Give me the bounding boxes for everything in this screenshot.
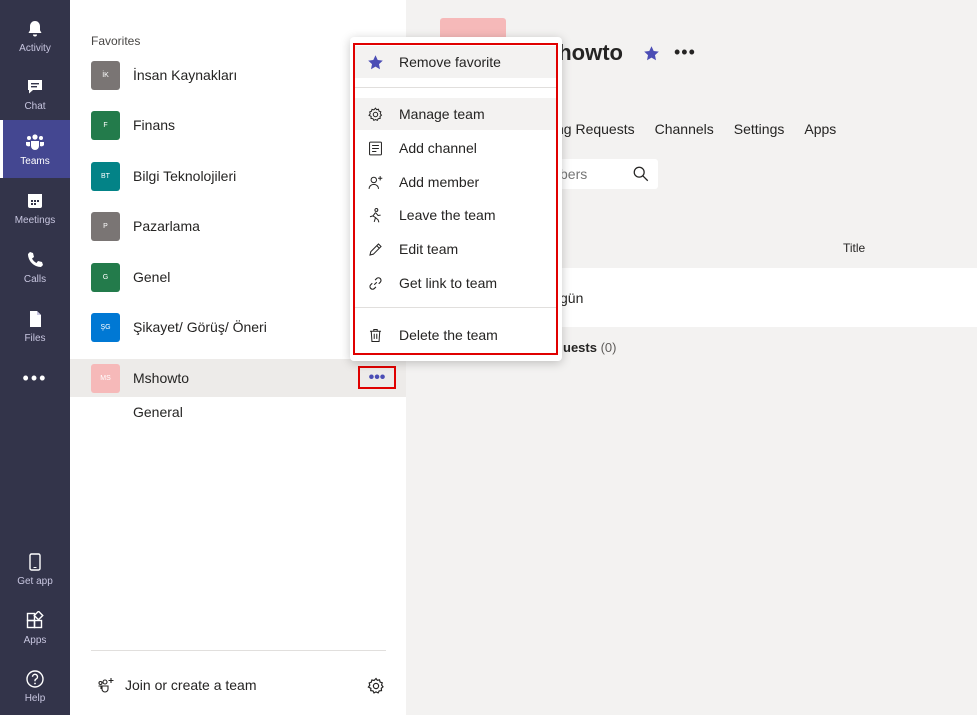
rail-item-files[interactable]: Files [0, 297, 70, 355]
menu-item-manage-team[interactable]: Manage team [355, 98, 557, 130]
rail-label: Help [24, 692, 46, 704]
rail-label: Activity [19, 42, 51, 54]
gear-icon[interactable] [366, 676, 386, 696]
menu-item-label: Leave the team [399, 207, 496, 223]
guests-section-header[interactable]: uests (0) [563, 340, 616, 355]
team-avatar: BT [91, 161, 120, 191]
rail-label: Get app [17, 575, 53, 587]
calendar-icon [28, 193, 42, 208]
star-icon [368, 54, 383, 69]
menu-item-delete-team[interactable]: Delete the team [355, 319, 557, 351]
menu-item-add-channel[interactable]: Add channel [355, 132, 557, 164]
rail-item-apps[interactable]: Apps [0, 599, 70, 657]
team-name: Genel [133, 269, 171, 285]
team-tabs: ng Requests Channels Settings Apps [556, 121, 856, 137]
rail-label: Teams [20, 155, 50, 167]
member-name: gün [560, 290, 584, 306]
team-avatar: P [91, 211, 120, 241]
menu-item-label: Add member [399, 174, 480, 190]
teams-icon [26, 133, 44, 150]
apps-icon [26, 610, 44, 628]
gear-icon [368, 106, 383, 121]
leave-icon [369, 207, 381, 222]
member-search-input[interactable] [556, 159, 628, 189]
menu-separator [355, 307, 557, 308]
rail-item-chat[interactable]: Chat [0, 65, 70, 123]
tab-pending-requests[interactable]: ng Requests [556, 121, 635, 137]
rail-label: Files [24, 332, 46, 344]
team-row-mshowto[interactable]: MS Mshowto [70, 359, 406, 397]
team-name: Şikayet/ Görüş/ Öneri [133, 319, 267, 335]
rail-item-help[interactable]: Help [0, 657, 70, 715]
app-rail: Activity Chat Teams Meetings Calls Files… [0, 0, 70, 715]
rail-more-apps[interactable]: ••• [0, 368, 70, 398]
help-icon [26, 669, 44, 688]
tab-channels[interactable]: Channels [655, 121, 714, 137]
link-icon [369, 276, 382, 290]
favorites-header: Favorites [91, 34, 141, 48]
menu-item-label: Manage team [399, 106, 485, 122]
rail-item-teams[interactable]: Teams [0, 120, 70, 178]
chat-icon [28, 79, 42, 93]
menu-item-label: Edit team [399, 241, 459, 257]
team-avatar: MS [91, 363, 120, 393]
menu-item-leave-team[interactable]: Leave the team [355, 199, 557, 231]
team-context-menu: Remove favorite Manage team Add channel … [350, 37, 562, 361]
phone-icon [28, 251, 43, 267]
menu-item-add-member[interactable]: Add member [355, 166, 557, 198]
menu-item-label: Remove favorite [399, 54, 501, 70]
team-avatar: G [91, 262, 120, 292]
team-avatar: İK [91, 60, 120, 90]
panel-divider [91, 650, 386, 651]
trash-icon [369, 328, 382, 342]
rail-item-calls[interactable]: Calls [0, 238, 70, 296]
rail-item-meetings[interactable]: Meetings [0, 179, 70, 237]
guests-label: uests [563, 340, 597, 355]
column-header-title: Title [843, 241, 866, 255]
team-name: İnsan Kaynakları [133, 67, 238, 83]
team-name: Mshowto [133, 370, 190, 386]
rail-label: Apps [23, 634, 47, 646]
search-icon[interactable] [632, 165, 650, 183]
add-person-icon [368, 175, 383, 189]
join-or-create-team-button[interactable]: Join or create a team [97, 676, 257, 694]
rail-label: Calls [23, 273, 47, 285]
rail-item-get-app[interactable]: Get app [0, 540, 70, 598]
mobile-icon [29, 552, 41, 571]
member-row[interactable]: gün [556, 268, 977, 327]
guests-count: (0) [600, 340, 617, 355]
team-name: Bilgi Teknolojileri [133, 168, 237, 184]
menu-item-edit-team[interactable]: Edit team [355, 233, 557, 265]
team-avatar: ŞG [91, 312, 120, 342]
menu-item-get-link[interactable]: Get link to team [355, 267, 557, 299]
star-icon[interactable] [643, 45, 660, 62]
rail-label: Chat [24, 100, 46, 112]
menu-item-label: Delete the team [399, 327, 498, 343]
team-avatar: F [91, 110, 120, 140]
bell-icon [28, 20, 42, 36]
file-icon [30, 310, 41, 327]
member-search-box [556, 159, 658, 189]
tab-apps[interactable]: Apps [804, 121, 836, 137]
menu-item-label: Get link to team [399, 275, 498, 291]
join-label: Join or create a team [125, 677, 257, 693]
channel-general[interactable]: General [133, 404, 183, 420]
rail-label: Meetings [14, 214, 56, 226]
channel-list-icon [369, 141, 382, 155]
team-name: Finans [133, 117, 176, 133]
menu-item-remove-favorite[interactable]: Remove favorite [355, 46, 557, 78]
menu-item-label: Add channel [399, 140, 477, 156]
rail-item-activity[interactable]: Activity [0, 7, 70, 65]
team-header-more-button[interactable]: ••• [674, 42, 696, 63]
team-name: Pazarlama [133, 218, 200, 234]
tab-settings[interactable]: Settings [734, 121, 785, 137]
join-team-icon [98, 678, 114, 693]
menu-separator [355, 87, 557, 88]
pencil-icon [369, 242, 382, 256]
team-more-options-button[interactable]: ••• [358, 366, 396, 389]
team-logo [440, 18, 506, 38]
